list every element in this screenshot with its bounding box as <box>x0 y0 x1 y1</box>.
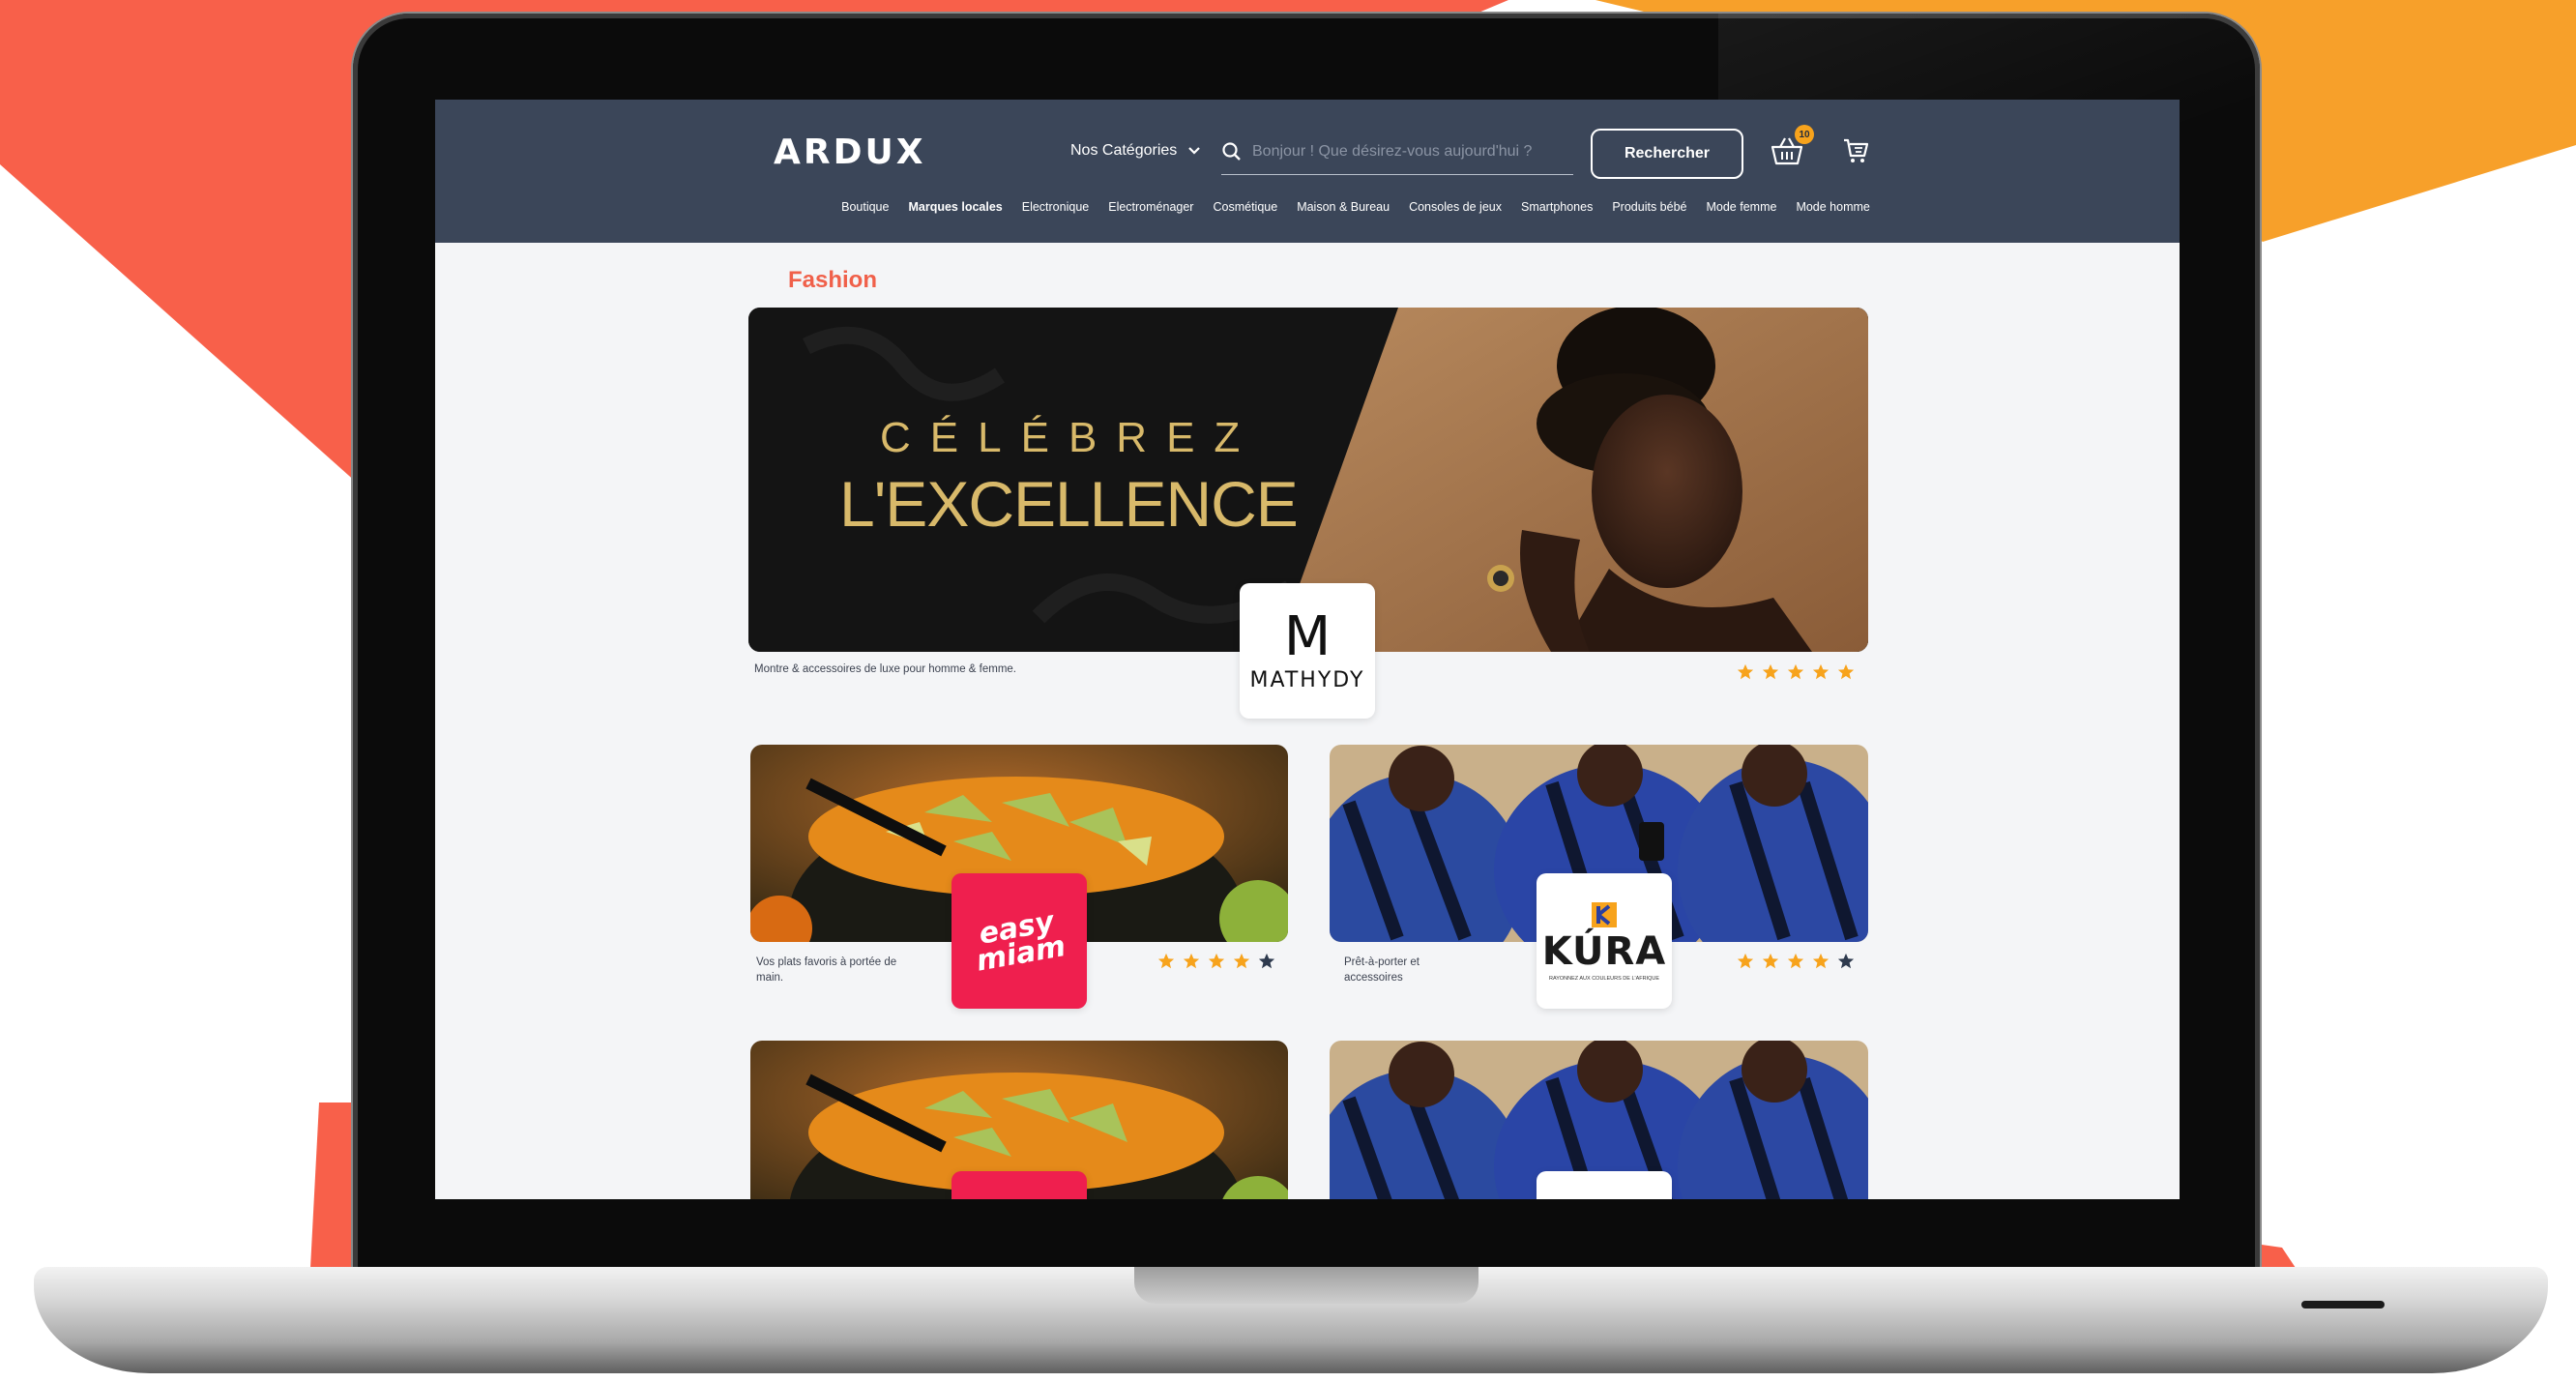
laptop-notch <box>1134 1267 1478 1304</box>
categories-label: Nos Catégories <box>1070 142 1178 159</box>
site-logo[interactable]: ARDUX <box>774 132 925 172</box>
card-kura-description: Prêt-à-porter et accessoires <box>1344 956 1420 985</box>
section-title: Fashion <box>788 267 878 293</box>
kura-logo[interactable]: KÚRA RAYONNEZ AUX COULEURS DE L'AFRIQUE <box>1537 873 1672 1009</box>
kura-logo-name: KÚRA <box>1541 929 1667 974</box>
site-header: ARDUX Nos Catégories Rechercher 10 Bouti… <box>435 100 2180 243</box>
star-icon <box>1837 953 1855 969</box>
star-icon <box>1208 953 1225 969</box>
chevron-down-icon <box>1188 147 1201 155</box>
nav-item-mode-femme[interactable]: Mode femme <box>1706 200 1776 214</box>
star-icon <box>1812 663 1830 680</box>
categories-dropdown[interactable]: Nos Catégories <box>1070 142 1201 160</box>
star-icon <box>1812 953 1830 969</box>
star-icon <box>1737 663 1754 680</box>
kura-logo-mark-icon <box>1592 902 1617 927</box>
search-bar <box>1221 129 1573 175</box>
nav-item-cosm-tique[interactable]: Cosmétique <box>1213 200 1277 214</box>
hero-rating <box>1737 663 1855 681</box>
kura-logo-2[interactable] <box>1537 1171 1672 1199</box>
card-kura-rating <box>1737 953 1855 970</box>
easy-miam-logo[interactable]: easy miam <box>951 873 1087 1009</box>
easy-miam-logo-2[interactable] <box>951 1171 1087 1199</box>
star-icon <box>1837 663 1855 680</box>
card-easy-miam-description: Vos plats favoris à portée de main. <box>756 956 897 985</box>
star-icon <box>1183 953 1200 969</box>
laptop-led <box>2301 1301 2385 1308</box>
kura-logo-tagline: RAYONNEZ AUX COULEURS DE L'AFRIQUE <box>1548 976 1660 982</box>
cart-count-badge: 10 <box>1795 125 1814 144</box>
hero-description: Montre & accessoires de luxe pour homme … <box>754 663 1017 675</box>
nav-item-maison-bureau[interactable]: Maison & Bureau <box>1297 200 1390 214</box>
star-icon <box>1233 953 1250 969</box>
nav-item-marques-locales[interactable]: Marques locales <box>908 200 1002 214</box>
nav-item-mode-homme[interactable]: Mode homme <box>1796 200 1869 214</box>
search-button[interactable]: Rechercher <box>1591 129 1743 179</box>
star-icon <box>1762 663 1779 680</box>
nav-item-boutique[interactable]: Boutique <box>841 200 889 214</box>
star-icon <box>1737 953 1754 969</box>
nav-item-produits-b-b-[interactable]: Produits bébé <box>1612 200 1686 214</box>
card-easy-miam-rating <box>1157 953 1275 970</box>
nav-item-consoles-de-jeux[interactable]: Consoles de jeux <box>1409 200 1502 214</box>
star-icon <box>1157 953 1175 969</box>
star-icon <box>1258 953 1275 969</box>
nav-item-electrom-nager[interactable]: Electroménager <box>1108 200 1193 214</box>
mathydy-logo-text: MATHYDY <box>1249 667 1365 692</box>
cart-icon[interactable] <box>1841 136 1870 165</box>
browser-screen: ARDUX Nos Catégories Rechercher 10 Bouti… <box>435 100 2180 1199</box>
star-icon <box>1762 953 1779 969</box>
search-input[interactable] <box>1252 142 1562 161</box>
nav-item-smartphones[interactable]: Smartphones <box>1521 200 1593 214</box>
search-icon[interactable] <box>1221 141 1243 162</box>
hero-headline-main: L'EXCELLENCE <box>839 468 1299 540</box>
mathydy-logo-mark: M <box>1283 604 1332 668</box>
hero-headline-top: CÉLÉBREZ <box>880 414 1260 461</box>
mathydy-logo[interactable]: M MATHYDY <box>1240 583 1375 719</box>
nav-item-electronique[interactable]: Electronique <box>1022 200 1090 214</box>
category-nav: Boutique Marques locales Electronique Elect… <box>435 200 2180 214</box>
star-icon <box>1787 663 1804 680</box>
star-icon <box>1787 953 1804 969</box>
